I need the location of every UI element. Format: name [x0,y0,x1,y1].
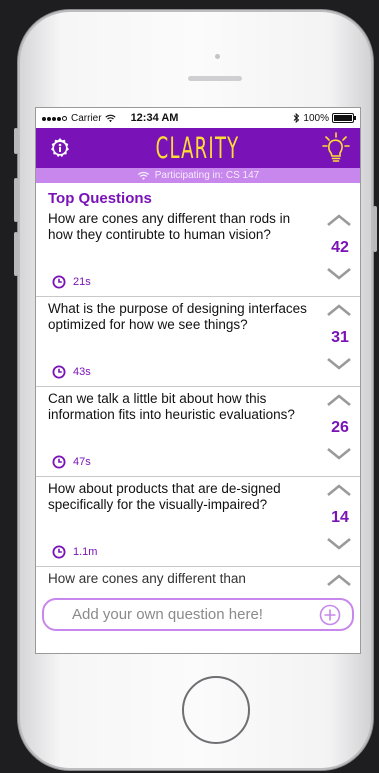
volume-down-button [14,232,18,276]
clock-icon [52,455,66,469]
question-item[interactable]: How are cones any different than rods in… [36,207,360,297]
bluetooth-icon [294,113,300,123]
question-item[interactable]: Can we talk a little bit about how this … [36,387,360,477]
session-banner: Participating in: CS 147 [36,168,360,183]
plus-circle-icon[interactable] [318,603,342,627]
battery-percent: 100% [303,112,329,124]
question-age: 1.1m [52,545,97,559]
clock-icon [52,545,66,559]
upvote-chevron-icon[interactable] [326,573,352,587]
question-item[interactable]: What is the purpose of designing interfa… [36,297,360,387]
vote-control: 14 [320,477,360,567]
carrier-label: Carrier [71,112,102,124]
app-title: CLARITY [156,131,240,165]
vote-count: 14 [331,509,349,526]
question-time: 21s [73,276,91,288]
status-bar: Carrier 12:34 AM 100% [36,108,360,128]
question-item[interactable]: How about products that are de-signed sp… [36,477,360,567]
clock-time: 12:34 AM [130,112,179,124]
earpiece-speaker [188,76,242,81]
downvote-chevron-icon[interactable] [326,447,352,461]
question-time: 47s [73,456,91,468]
upvote-chevron-icon[interactable] [326,213,352,227]
mute-switch [14,128,18,154]
question-age: 21s [52,275,91,289]
lightbulb-icon[interactable] [321,131,351,165]
downvote-chevron-icon[interactable] [326,267,352,281]
wifi-icon [137,171,149,180]
vote-count: 31 [331,329,349,346]
question-text: How are cones any different than rods in… [48,211,291,242]
vote-control: 31 [320,297,360,387]
vote-count: 26 [331,419,349,436]
vote-control: 26 [320,387,360,477]
add-question-bar [42,598,354,631]
app-header: CLARITY [36,128,360,168]
info-icon[interactable] [49,137,71,159]
volume-up-button [14,178,18,222]
wifi-status-icon [104,114,116,122]
power-button [373,206,377,252]
front-camera [215,54,220,59]
add-question-input[interactable] [70,605,314,624]
screen-bottom-area [36,633,360,653]
signal-icon [42,113,68,124]
question-text: How are cones any different than [48,571,246,586]
question-age: 43s [52,365,91,379]
clock-icon [52,365,66,379]
clock-icon [52,275,66,289]
question-time: 1.1m [73,546,98,558]
question-age: 47s [52,455,91,469]
question-text: Can we talk a little bit about how this … [48,391,295,422]
upvote-chevron-icon[interactable] [326,393,352,407]
session-label: Participating in: CS 147 [154,170,260,181]
home-button[interactable] [182,676,250,744]
downvote-chevron-icon[interactable] [326,537,352,551]
question-text: How about products that are de-signed sp… [48,481,281,512]
question-list: How are cones any different than rods in… [36,207,360,653]
battery-icon [332,113,356,123]
vote-control: 42 [320,207,360,297]
question-text: What is the purpose of designing interfa… [48,301,307,332]
upvote-chevron-icon[interactable] [326,303,352,317]
downvote-chevron-icon[interactable] [326,357,352,371]
vote-count: 42 [331,239,349,256]
app-screen: Carrier 12:34 AM 100% CLARITY Participat… [35,107,361,654]
section-heading: Top Questions [48,190,152,207]
upvote-chevron-icon[interactable] [326,483,352,497]
question-time: 43s [73,366,91,378]
